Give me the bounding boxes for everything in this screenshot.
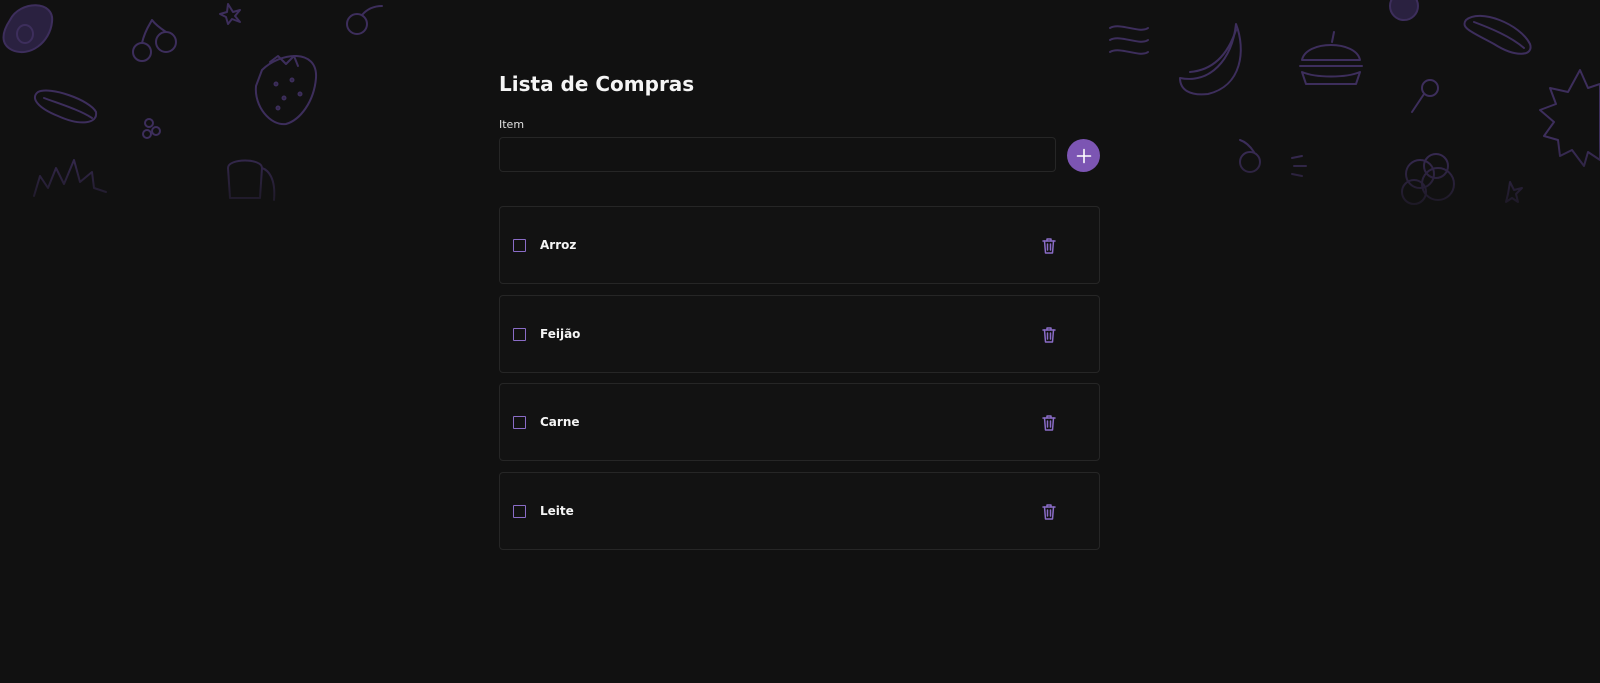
- cherries-icon: [132, 19, 177, 62]
- delete-item-button[interactable]: [1038, 235, 1060, 257]
- plus-icon: [1076, 148, 1091, 163]
- trash-icon: [1042, 326, 1056, 343]
- starburst-icon: [1539, 69, 1600, 167]
- strawberry-icon: [254, 55, 318, 126]
- hotdog-icon: [33, 89, 98, 124]
- list-item: Carne: [499, 383, 1100, 461]
- item-field-label: Item: [499, 118, 525, 131]
- item-label: Leite: [540, 503, 574, 518]
- shopping-list: Arroz Feijão Carne Leite: [499, 206, 1100, 550]
- item-checkbox[interactable]: [513, 504, 526, 518]
- list-item: Arroz: [499, 206, 1100, 284]
- burst-icon: [33, 159, 107, 197]
- item-checkbox[interactable]: [513, 239, 526, 252]
- onion-rings-icon: [1401, 153, 1455, 205]
- trash-icon: [1042, 238, 1056, 254]
- cherry-icon-right: [1239, 139, 1261, 173]
- burger-icon: [1299, 31, 1363, 85]
- list-item: Feijão: [499, 294, 1100, 373]
- bread-icon: [227, 159, 276, 201]
- delete-item-button[interactable]: [1038, 324, 1060, 346]
- add-item-button[interactable]: [1067, 139, 1100, 172]
- star-icon: [219, 3, 241, 25]
- sparkle-icon: [1505, 181, 1523, 203]
- banana-icon: [1179, 23, 1242, 96]
- trash-icon: [1042, 503, 1056, 520]
- cherry-icon: [346, 5, 383, 35]
- shopping-list-panel: Lista de Compras Item Arroz Feijão Carne…: [499, 68, 1100, 560]
- item-checkbox[interactable]: [513, 416, 526, 429]
- page-title: Lista de Compras: [499, 72, 695, 96]
- delete-item-button[interactable]: [1038, 501, 1060, 523]
- item-label: Carne: [540, 415, 580, 429]
- bacon-icon: [1109, 25, 1149, 55]
- avocado-icon: [2, 4, 54, 53]
- item-input[interactable]: [499, 137, 1056, 172]
- lollipop-icon: [1411, 79, 1439, 113]
- hotdog-icon-right: [1463, 14, 1532, 55]
- trash-icon: [1042, 415, 1056, 431]
- add-item-row: [499, 137, 1100, 173]
- delete-item-button[interactable]: [1038, 412, 1060, 434]
- item-label: Arroz: [540, 238, 577, 252]
- item-checkbox[interactable]: [513, 327, 526, 341]
- donut-icon: [1389, 0, 1419, 21]
- item-label: Feijão: [540, 326, 581, 341]
- berries-icon: [142, 118, 161, 139]
- motion-lines-icon: [1291, 155, 1307, 177]
- list-item: Leite: [499, 471, 1100, 550]
